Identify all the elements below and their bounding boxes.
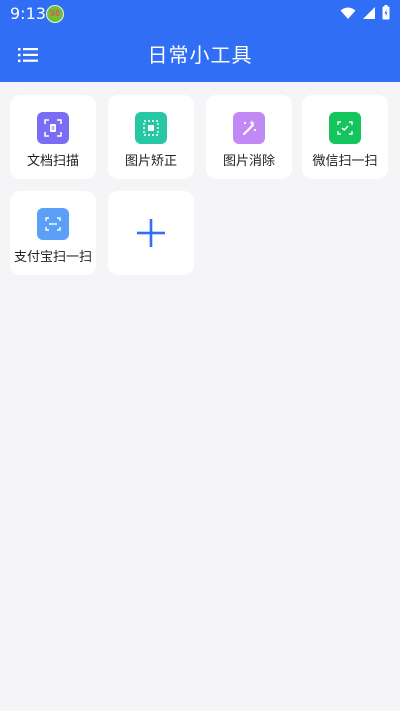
menu-button[interactable] xyxy=(14,41,42,69)
tool-tile-magic-eraser[interactable]: 图片消除 xyxy=(206,95,292,179)
menu-list-icon xyxy=(18,48,38,63)
tool-tile-image-correct[interactable]: 图片矫正 xyxy=(108,95,194,179)
tool-label: 图片矫正 xyxy=(124,154,177,169)
plus-icon xyxy=(137,219,165,247)
tool-label: 图片消除 xyxy=(222,154,275,169)
tool-tile-alipay-scan[interactable]: 支付宝扫一扫 xyxy=(10,191,96,275)
status-time: 9:13 xyxy=(10,4,46,23)
wechat-scan-icon xyxy=(329,112,361,144)
add-tool-button[interactable] xyxy=(108,191,194,275)
status-bar: 9:13 98 xyxy=(0,0,400,28)
battery-icon xyxy=(382,5,390,20)
wifi-icon xyxy=(340,7,356,19)
app-notification-icon: 98 xyxy=(46,5,64,23)
tool-tile-wechat-scan[interactable]: 微信扫一扫 xyxy=(302,95,388,179)
tool-label: 微信扫一扫 xyxy=(312,154,378,169)
status-icons xyxy=(340,5,390,20)
tool-tile-document-scan[interactable]: 文档扫描 xyxy=(10,95,96,179)
image-correct-icon xyxy=(135,112,167,144)
page-title: 日常小工具 xyxy=(147,43,253,67)
alipay-scan-icon xyxy=(37,208,69,240)
document-scan-icon xyxy=(37,112,69,144)
tool-label: 支付宝扫一扫 xyxy=(13,250,92,265)
signal-icon xyxy=(363,6,375,19)
magic-eraser-icon xyxy=(233,112,265,144)
tool-label: 文档扫描 xyxy=(26,154,79,169)
app-bar: 日常小工具 xyxy=(0,28,400,82)
